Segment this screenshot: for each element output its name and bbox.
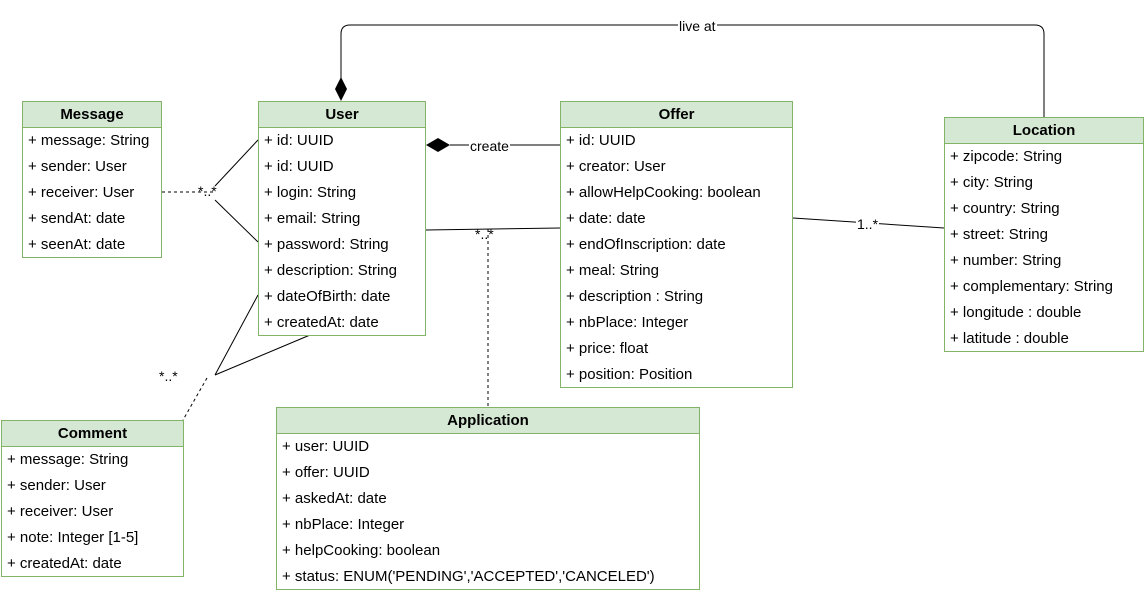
attribute-row: + position: Position bbox=[566, 366, 693, 383]
attribute-row: + id: UUID bbox=[264, 132, 334, 149]
attribute-list: + id: UUID + id: UUID + login: String + ema… bbox=[259, 128, 425, 336]
comment-link-lower[interactable] bbox=[214, 334, 311, 376]
application-multiplicity-label: *..* bbox=[475, 226, 494, 242]
attribute-row: + description : String bbox=[566, 288, 704, 305]
attribute-row: + message: String bbox=[28, 132, 150, 149]
attribute-row: + sendAt: date bbox=[28, 210, 126, 227]
attribute-row: + date: date bbox=[566, 210, 646, 227]
attribute-row: + allowHelpCooking: boolean bbox=[566, 184, 761, 201]
live-at-composition-diamond bbox=[335, 77, 347, 101]
class-comment[interactable]: Comment + message: String + sender: User +… bbox=[1, 420, 184, 577]
attribute-row: + description: String bbox=[264, 262, 397, 279]
location-multiplicity-label: 1..* bbox=[856, 216, 880, 232]
attribute-row: + longitude : double bbox=[950, 304, 1082, 321]
class-user[interactable]: User + id: UUID + id: UUID + login: String… bbox=[258, 101, 426, 336]
attribute-row: + id: UUID bbox=[566, 132, 636, 149]
attribute-row: + id: UUID bbox=[264, 158, 334, 175]
attribute-row: + endOfInscription: date bbox=[566, 236, 726, 253]
class-application[interactable]: Application + user: UUID + offer: UUID + a… bbox=[276, 407, 700, 590]
class-header: Location bbox=[945, 118, 1143, 144]
comment-association-class-link[interactable] bbox=[182, 377, 208, 421]
attribute-row: + latitude : double bbox=[950, 330, 1069, 347]
attribute-row: + dateOfBirth: date bbox=[264, 288, 391, 305]
comment-link-upper[interactable] bbox=[214, 294, 259, 376]
attribute-row: + email: String bbox=[264, 210, 361, 227]
attribute-row: + note: Integer [1-5] bbox=[7, 529, 139, 546]
attribute-row: + receiver: User bbox=[28, 184, 135, 201]
attribute-row: + street: String bbox=[950, 226, 1048, 243]
class-offer[interactable]: Offer + id: UUID + creator: User + allowHe… bbox=[560, 101, 793, 388]
attribute-row: + password: String bbox=[264, 236, 389, 253]
attribute-list: + id: UUID + creator: User + allowHelpCook… bbox=[561, 128, 792, 388]
message-link-lower[interactable] bbox=[214, 199, 259, 243]
message-multiplicity-label: *..* bbox=[198, 183, 217, 199]
class-location[interactable]: Location + zipcode: String + city: String… bbox=[944, 117, 1144, 352]
class-header: Comment bbox=[2, 421, 183, 447]
message-link-upper[interactable] bbox=[214, 139, 259, 187]
attribute-row: + status: ENUM('PENDING','ACCEPTED','CAN… bbox=[282, 568, 655, 585]
class-header: Message bbox=[23, 102, 161, 128]
attribute-row: + country: String bbox=[950, 200, 1060, 217]
attribute-row: + sender: User bbox=[28, 158, 127, 175]
attribute-row: + helpCooking: boolean bbox=[282, 542, 441, 559]
attribute-list: + message: String + sender: User + receive… bbox=[2, 447, 183, 577]
attribute-row: + login: String bbox=[264, 184, 357, 201]
attribute-row: + askedAt: date bbox=[282, 490, 387, 507]
class-header: User bbox=[259, 102, 425, 128]
attribute-row: + creator: User bbox=[566, 158, 666, 175]
attribute-row: + nbPlace: Integer bbox=[282, 516, 405, 533]
attribute-row: + number: String bbox=[950, 252, 1062, 269]
class-header: Application bbox=[277, 408, 699, 434]
attribute-list: + zipcode: String + city: String + country… bbox=[945, 144, 1143, 352]
attribute-row: + sender: User bbox=[7, 477, 106, 494]
attribute-row: + receiver: User bbox=[7, 503, 114, 520]
attribute-row: + createdAt: date bbox=[7, 555, 122, 572]
attribute-list: + message: String + sender: User + receive… bbox=[23, 128, 161, 258]
attribute-row: + seenAt: date bbox=[28, 236, 126, 253]
attribute-row: + zipcode: String bbox=[950, 148, 1063, 165]
comment-multiplicity-label: *..* bbox=[159, 368, 178, 384]
attribute-row: + createdAt: date bbox=[264, 314, 379, 331]
attribute-row: + meal: String bbox=[566, 262, 659, 279]
attribute-row: + nbPlace: Integer bbox=[566, 314, 689, 331]
attribute-row: + offer: UUID bbox=[282, 464, 370, 481]
attribute-list: + user: UUID + offer: UUID + askedAt: date… bbox=[277, 434, 699, 590]
class-header: Offer bbox=[561, 102, 792, 128]
attribute-row: + city: String bbox=[950, 174, 1033, 191]
attribute-row: + price: float bbox=[566, 340, 649, 357]
create-composition-diamond bbox=[426, 138, 450, 152]
attribute-row: + user: UUID bbox=[282, 438, 370, 455]
attribute-row: + complementary: String bbox=[950, 278, 1113, 295]
class-message[interactable]: Message + message: String + sender: User +… bbox=[22, 101, 162, 258]
create-label: create bbox=[469, 138, 510, 154]
live-at-label: live at bbox=[678, 18, 717, 34]
attribute-row: + message: String bbox=[7, 451, 129, 468]
